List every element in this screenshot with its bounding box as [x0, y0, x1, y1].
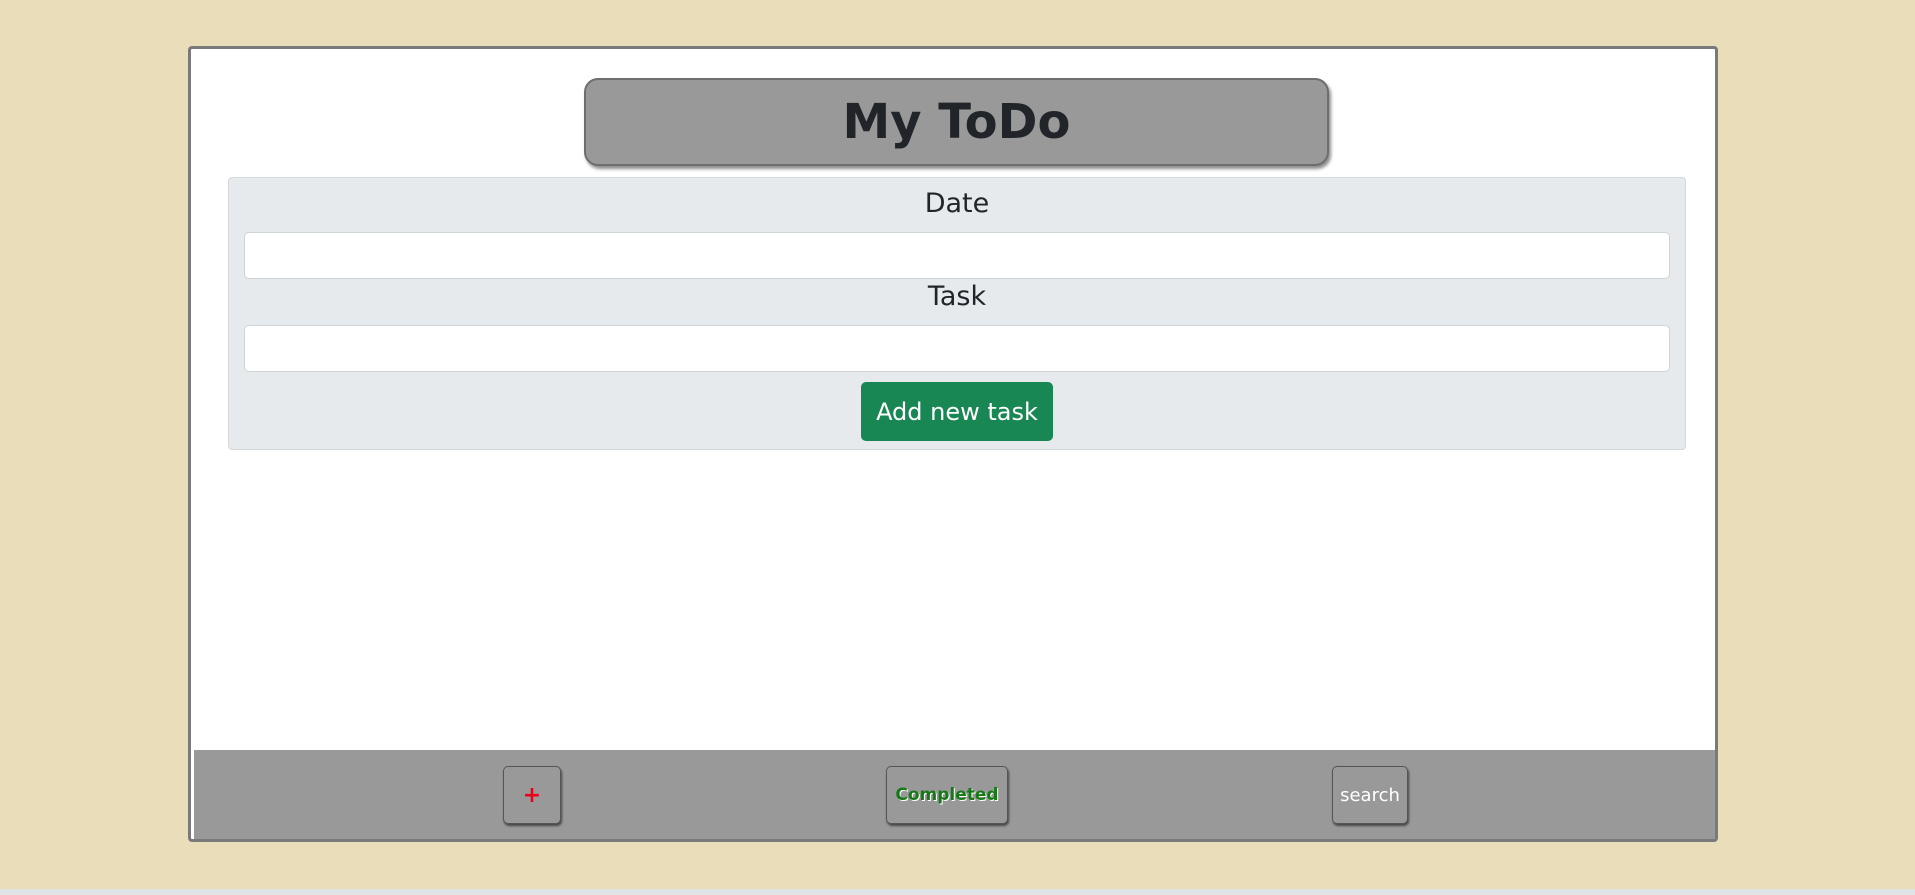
date-label: Date — [924, 188, 990, 219]
search-button[interactable]: search — [1332, 766, 1408, 824]
title-banner: My ToDo — [584, 78, 1329, 166]
footer-toolbar: + Completed search — [194, 750, 1715, 839]
date-input[interactable] — [244, 232, 1670, 279]
page-bottom-strip — [0, 889, 1915, 895]
add-new-task-button[interactable]: Add new task — [861, 382, 1053, 441]
completed-button[interactable]: Completed — [886, 766, 1008, 824]
plus-icon: + — [522, 782, 542, 808]
new-task-form: Date Task Add new task — [228, 177, 1686, 450]
todo-app-container: My ToDo Date Task Add new task + Complet… — [188, 46, 1718, 842]
add-task-toggle-button[interactable]: + — [503, 766, 561, 824]
page-title: My ToDo — [842, 94, 1071, 150]
task-label: Task — [927, 281, 987, 312]
task-input[interactable] — [244, 325, 1670, 372]
